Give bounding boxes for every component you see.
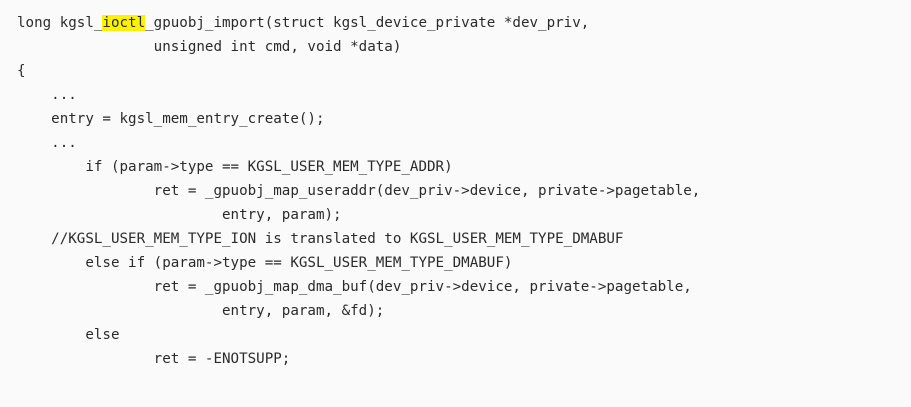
code-line-8: ret = _gpuobj_map_useraddr(dev_priv->dev… bbox=[17, 183, 701, 199]
code-line-3: { bbox=[17, 63, 26, 79]
code-line-6: ... bbox=[17, 135, 77, 151]
code-line-15: ret = -ENOTSUPP; bbox=[17, 351, 291, 367]
search-highlight: ioctl bbox=[102, 15, 146, 31]
code-line-2: unsigned int cmd, void *data) bbox=[17, 39, 402, 55]
code-line-4: ... bbox=[17, 87, 77, 103]
code-line-5: entry = kgsl_mem_entry_create(); bbox=[17, 111, 325, 127]
code-text: long kgsl_ bbox=[17, 15, 103, 31]
code-line-10: //KGSL_USER_MEM_TYPE_ION is translated t… bbox=[17, 231, 624, 247]
code-line-1: long kgsl_ioctl_gpuobj_import(struct kgs… bbox=[17, 11, 911, 35]
code-line-11: else if (param->type == KGSL_USER_MEM_TY… bbox=[17, 255, 513, 271]
code-line-9: entry, param); bbox=[17, 207, 342, 223]
code-text: _gpuobj_import(struct kgsl_device_privat… bbox=[145, 15, 590, 31]
code-line-13: entry, param, &fd); bbox=[17, 303, 385, 319]
code-block: long kgsl_ioctl_gpuobj_import(struct kgs… bbox=[0, 0, 911, 407]
code-line-7: if (param->type == KGSL_USER_MEM_TYPE_AD… bbox=[17, 159, 453, 175]
code-line-14: else bbox=[17, 327, 120, 343]
code-line-12: ret = _gpuobj_map_dma_buf(dev_priv->devi… bbox=[17, 279, 692, 295]
